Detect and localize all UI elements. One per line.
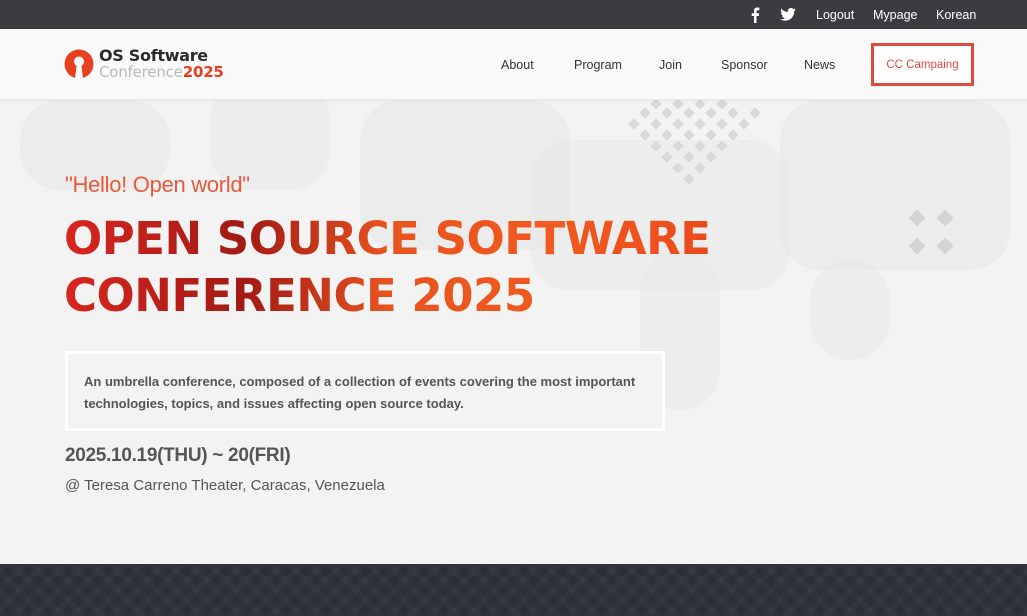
nav-sponsor[interactable]: Sponsor xyxy=(721,29,768,100)
mypage-link[interactable]: Mypage xyxy=(873,0,917,29)
hero-headline-line1: OPEN SOURCE SOFTWARE xyxy=(64,212,711,265)
logo-subtitle: Conference2025 xyxy=(99,63,224,81)
logo-title: OS Software xyxy=(99,46,208,65)
nav-program[interactable]: Program xyxy=(574,29,622,100)
logo-year: 2025 xyxy=(182,63,224,81)
site-logo[interactable]: OS Software Conference2025 xyxy=(64,46,224,82)
hero-tagline: "Hello! Open world" xyxy=(65,172,250,197)
event-dates: 2025.10.19(THU) ~ 20(FRI) xyxy=(65,445,291,466)
background-silhouette xyxy=(780,100,1010,270)
facebook-icon[interactable] xyxy=(750,0,764,29)
cc-campaign-button[interactable]: CC Campaing xyxy=(871,43,974,86)
event-venue: @ Teresa Carreno Theater, Caracas, Venez… xyxy=(65,477,385,494)
hero-headline-line2: CONFERENCE 2025 xyxy=(64,269,535,322)
diamond-pattern-decoration xyxy=(628,100,761,185)
dark-section-strip xyxy=(0,564,1027,616)
main-header: OS Software Conference2025 About Program… xyxy=(0,29,1027,100)
hero-headline: OPEN SOURCE SOFTWARE CONFERENCE 2025 xyxy=(64,210,711,324)
x-shape-decoration xyxy=(908,209,954,255)
language-link[interactable]: Korean xyxy=(936,0,976,29)
twitter-icon[interactable] xyxy=(780,0,798,29)
hero-description: An umbrella conference, composed of a co… xyxy=(65,351,665,431)
nav-join[interactable]: Join xyxy=(659,29,682,100)
background-silhouette xyxy=(810,260,890,360)
top-utility-bar: Logout Mypage Korean xyxy=(0,0,1027,29)
nav-news[interactable]: News xyxy=(804,29,835,100)
nav-about[interactable]: About xyxy=(501,29,534,100)
logout-link[interactable]: Logout xyxy=(816,0,854,29)
keyhole-logo-icon xyxy=(64,49,94,79)
hero-section: "Hello! Open world" OPEN SOURCE SOFTWARE… xyxy=(0,100,1027,564)
